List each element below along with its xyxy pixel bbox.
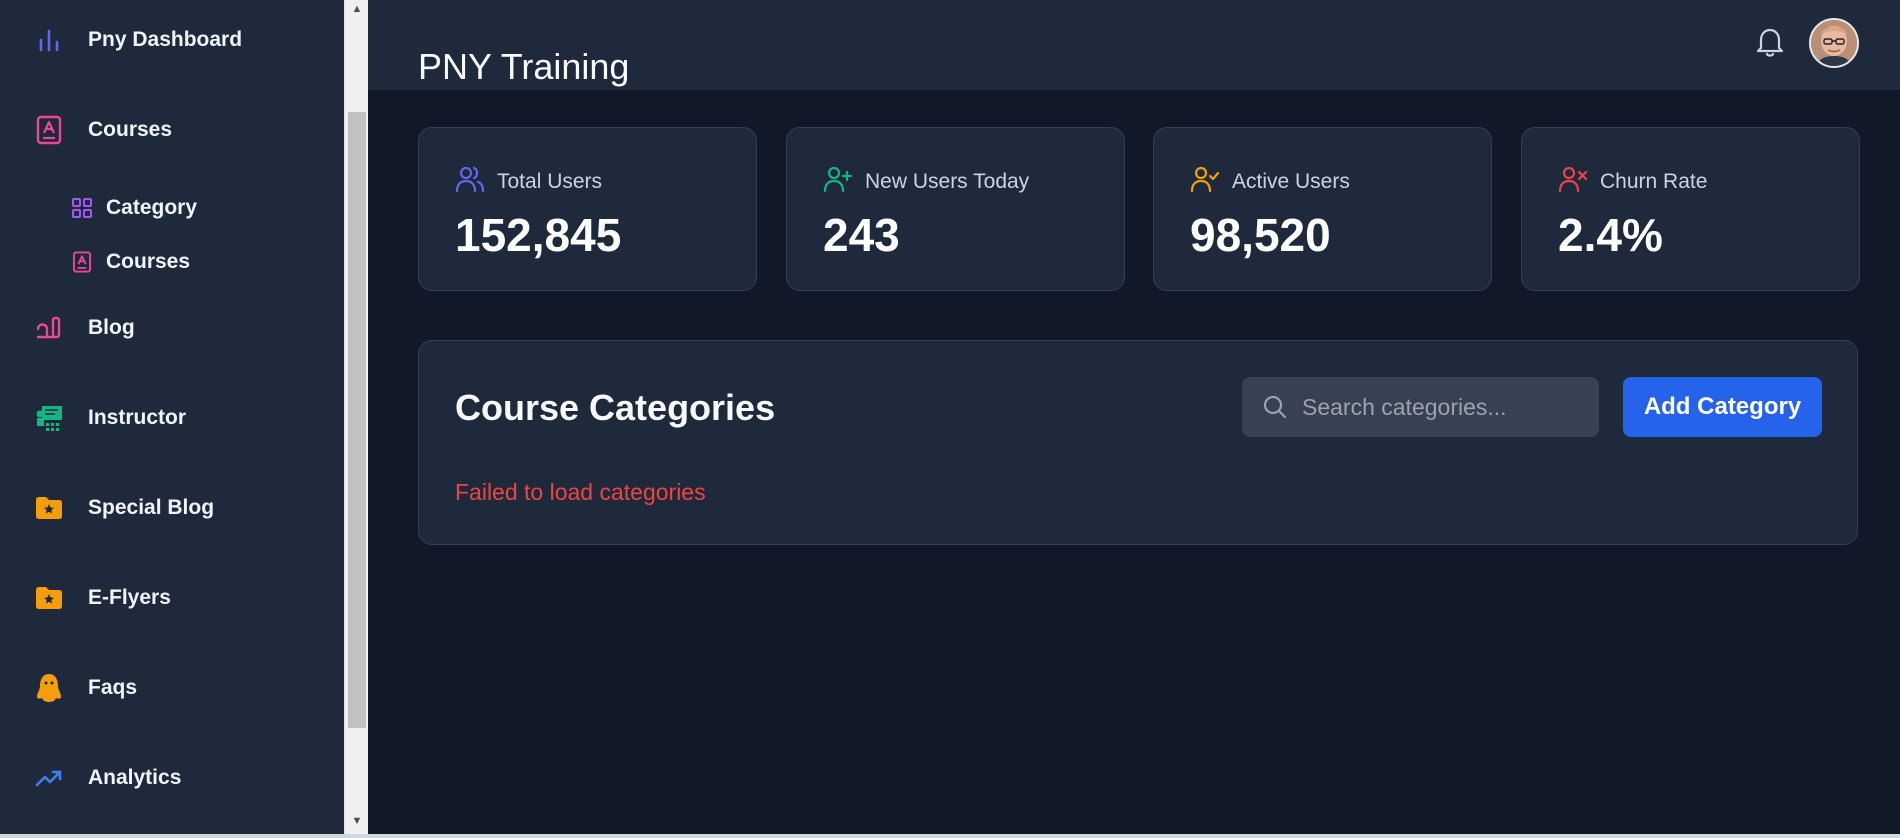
sidebar-item-instructor[interactable]: Instructor (0, 388, 344, 448)
sidebar-item-courses[interactable]: Courses (0, 100, 344, 160)
scroll-up-arrow-icon[interactable]: ▲ (345, 0, 369, 18)
sidebar-item-label: Category (106, 196, 198, 219)
search-input[interactable] (1300, 377, 1590, 437)
sidebar-item-label: Instructor (88, 406, 187, 429)
penguin-icon (34, 673, 64, 703)
star-folder-icon (34, 583, 64, 613)
sidebar: Pny Dashboard Courses Category Courses B… (0, 0, 344, 834)
sidebar-item-label: Pny Dashboard (88, 28, 243, 51)
sidebar-item-label: Courses (88, 118, 173, 141)
user-x-icon (1558, 164, 1588, 194)
stat-value: 243 (823, 209, 900, 261)
user-check-icon (1190, 164, 1220, 194)
blog-icon (34, 313, 64, 343)
add-category-button[interactable]: Add Category (1623, 377, 1822, 437)
sidebar-item-blog[interactable]: Blog (0, 298, 344, 358)
sidebar-scrollbar[interactable]: ▲ ▼ (344, 0, 368, 834)
section-title: Course Categories (455, 387, 776, 428)
instructor-icon (34, 403, 64, 433)
error-message: Failed to load categories (455, 479, 706, 505)
stat-card-total-users: Total Users 152,845 (418, 127, 757, 291)
sidebar-item-pny-dashboard[interactable]: Pny Dashboard (0, 10, 344, 70)
sidebar-item-special-blog[interactable]: Special Blog (0, 478, 344, 538)
stat-label: Total Users (497, 170, 603, 193)
sidebar-item-label: Faqs (88, 676, 138, 699)
window-bottom-edge (0, 834, 1900, 838)
user-avatar[interactable] (1809, 18, 1859, 68)
book-icon (70, 250, 94, 274)
stat-card-churn-rate: Churn Rate 2.4% (1521, 127, 1860, 291)
page-title: PNY Training (418, 46, 630, 88)
course-categories-panel: Course Categories Add Category Failed to… (418, 340, 1858, 545)
grid-icon (70, 196, 94, 220)
stat-value: 98,520 (1190, 209, 1331, 261)
sidebar-subitem-courses[interactable]: Courses (0, 232, 344, 292)
stat-value: 2.4% (1558, 209, 1663, 261)
sidebar-item-label: Special Blog (88, 496, 215, 519)
stat-label: New Users Today (865, 170, 1030, 193)
sidebar-item-label: Courses (106, 250, 191, 273)
stat-label: Churn Rate (1600, 170, 1708, 193)
search-icon (1262, 394, 1288, 420)
bar-chart-icon (34, 25, 64, 55)
stat-value: 152,845 (455, 209, 622, 261)
users-icon (455, 164, 485, 194)
sidebar-subitem-category[interactable]: Category (0, 178, 344, 238)
search-box[interactable] (1242, 377, 1599, 437)
stat-card-new-users-today: New Users Today 243 (786, 127, 1125, 291)
sidebar-item-label: Analytics (88, 766, 182, 789)
star-folder-icon (34, 493, 64, 523)
book-icon (34, 115, 64, 145)
scroll-thumb[interactable] (348, 112, 366, 728)
sidebar-item-label: E-Flyers (88, 586, 171, 609)
sidebar-item-analytics[interactable]: Analytics (0, 748, 344, 808)
stat-card-active-users: Active Users 98,520 (1153, 127, 1492, 291)
scroll-down-arrow-icon[interactable]: ▼ (345, 812, 369, 830)
bell-icon[interactable] (1753, 24, 1787, 60)
sidebar-item-faqs[interactable]: Faqs (0, 658, 344, 718)
top-header: PNY Training (368, 0, 1900, 90)
stat-label: Active Users (1232, 170, 1350, 193)
sidebar-item-label: Blog (88, 316, 135, 339)
user-plus-icon (823, 164, 853, 194)
trending-up-icon (34, 763, 64, 793)
sidebar-item-e-flyers[interactable]: E-Flyers (0, 568, 344, 628)
